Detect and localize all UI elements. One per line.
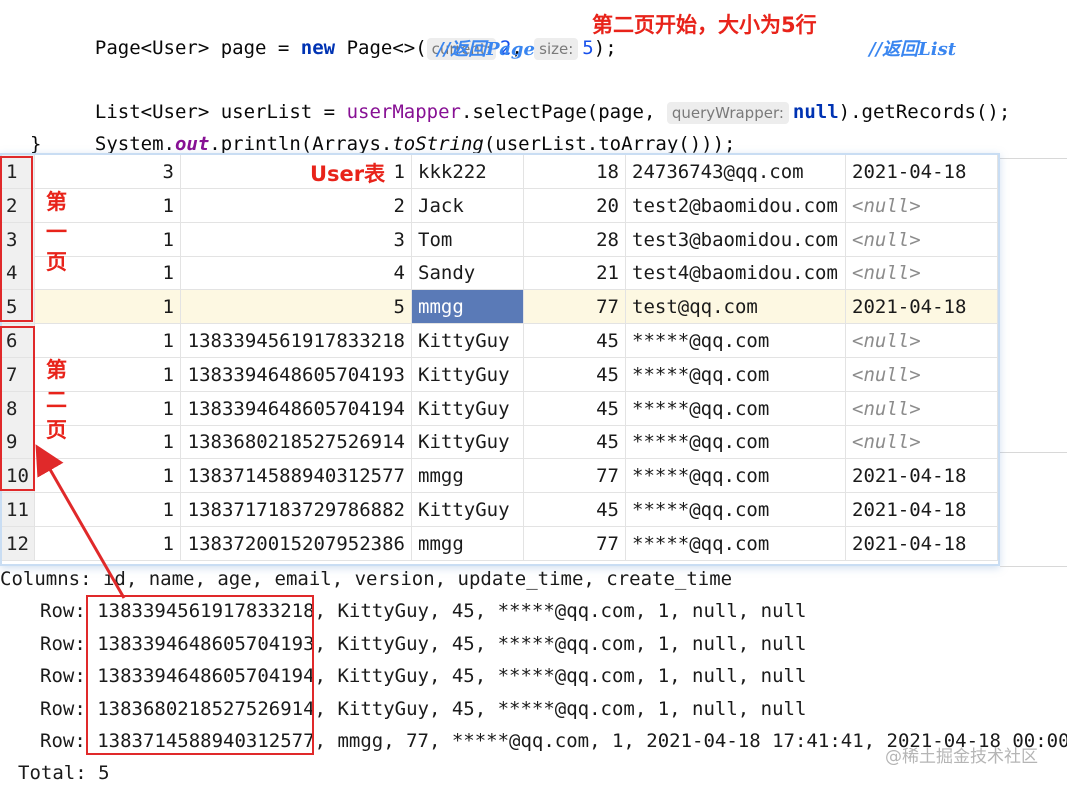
watermark-text: @稀土掘金技术社区 xyxy=(885,747,1038,767)
annotation-arrow xyxy=(35,444,126,599)
